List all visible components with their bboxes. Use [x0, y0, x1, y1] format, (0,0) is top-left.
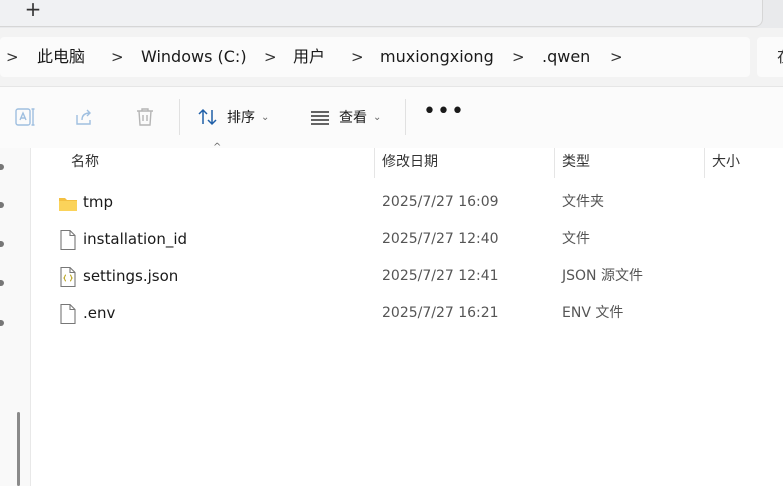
nav-expand-icon[interactable]: [0, 241, 4, 247]
breadcrumb-chevron[interactable]: >: [6, 37, 19, 77]
toolbar-separator: [405, 99, 406, 135]
file-name: installation_id: [83, 230, 188, 248]
file-date: 2025/7/27 16:09: [382, 194, 499, 210]
breadcrumb-qwen[interactable]: .qwen: [542, 37, 590, 77]
column-type[interactable]: 类型: [562, 148, 590, 178]
breadcrumb-chevron[interactable]: >: [610, 37, 623, 77]
sort-label: 排序: [227, 110, 255, 126]
toolbar-separator: [179, 99, 180, 135]
breadcrumb-chevron[interactable]: >: [111, 37, 124, 77]
nav-expand-icon[interactable]: [0, 202, 4, 208]
file-date: 2025/7/27 12:40: [382, 231, 499, 247]
file-row-env[interactable]: .env 2025/7/27 16:21 ENV 文件: [31, 295, 783, 332]
chevron-down-icon: ⌄: [373, 111, 382, 123]
breadcrumb-c-drive[interactable]: Windows (C:): [141, 37, 247, 77]
new-tab-button[interactable]: +: [20, 0, 46, 23]
view-label: 查看: [339, 110, 367, 126]
breadcrumb-chevron[interactable]: >: [512, 37, 525, 77]
json-file-icon: [58, 266, 78, 288]
column-divider[interactable]: [374, 148, 375, 178]
breadcrumb-chevron[interactable]: >: [351, 37, 364, 77]
breadcrumb-user-folder[interactable]: muxiongxiong: [380, 37, 494, 77]
file-date: 2025/7/27 12:41: [382, 268, 499, 284]
file-type: ENV 文件: [562, 305, 624, 321]
file-type: 文件: [562, 231, 590, 247]
view-button[interactable]: 查看 ⌄: [309, 101, 381, 133]
sort-ascending-icon: ^: [213, 142, 222, 153]
column-name[interactable]: 名称: [71, 148, 99, 178]
column-size[interactable]: 大小: [712, 148, 740, 178]
sort-button[interactable]: 排序 ⌄: [197, 101, 269, 133]
file-name: settings.json: [83, 267, 179, 285]
view-icon: [311, 111, 329, 125]
file-type: JSON 源文件: [562, 268, 643, 284]
sort-icon: [198, 108, 217, 126]
search-placeholder: 在: [777, 37, 783, 77]
column-divider[interactable]: [554, 148, 555, 178]
breadcrumb-chevron[interactable]: >: [264, 37, 277, 77]
nav-expand-icon[interactable]: [0, 320, 4, 326]
file-date: 2025/7/27 16:21: [382, 305, 499, 321]
file-type: 文件夹: [562, 194, 604, 210]
more-options-button[interactable]: •••: [423, 101, 464, 131]
nav-scrollbar[interactable]: [17, 412, 20, 486]
nav-expand-icon[interactable]: [0, 280, 4, 286]
file-name: .env: [83, 304, 116, 322]
file-icon: [58, 303, 78, 325]
column-date[interactable]: 修改日期: [382, 148, 438, 178]
file-row-settings-json[interactable]: settings.json 2025/7/27 12:41 JSON 源文件: [31, 258, 783, 295]
column-divider[interactable]: [704, 148, 705, 178]
breadcrumb-users[interactable]: 用户: [293, 37, 325, 77]
file-list: ^ 名称 修改日期 类型 大小 tmp 2025/7/27 16:09 文件夹 …: [30, 142, 783, 486]
file-row-tmp[interactable]: tmp 2025/7/27 16:09 文件夹: [31, 184, 783, 221]
delete-icon[interactable]: [133, 105, 157, 129]
file-icon: [58, 229, 78, 251]
navigation-pane: [0, 148, 30, 486]
rename-icon[interactable]: [13, 105, 37, 129]
tab-strip: +: [0, 0, 783, 28]
breadcrumb-this-pc[interactable]: 此电脑: [37, 37, 85, 77]
column-header: ^ 名称 修改日期 类型 大小: [31, 142, 783, 178]
command-bar: 排序 ⌄ 查看 ⌄ •••: [0, 86, 783, 149]
more-icon: •••: [423, 99, 465, 124]
folder-icon: [58, 192, 78, 214]
search-box[interactable]: 在: [757, 37, 783, 77]
file-name: tmp: [83, 193, 114, 211]
chevron-down-icon: ⌄: [261, 111, 270, 123]
share-icon[interactable]: [73, 105, 97, 129]
file-row-installation-id[interactable]: installation_id 2025/7/27 12:40 文件: [31, 221, 783, 258]
address-row: > 此电脑 > Windows (C:) > 用户 > muxiongxiong…: [0, 28, 783, 86]
nav-expand-icon[interactable]: [0, 164, 4, 170]
address-bar[interactable]: > 此电脑 > Windows (C:) > 用户 > muxiongxiong…: [0, 37, 750, 77]
active-tab[interactable]: [0, 0, 763, 27]
